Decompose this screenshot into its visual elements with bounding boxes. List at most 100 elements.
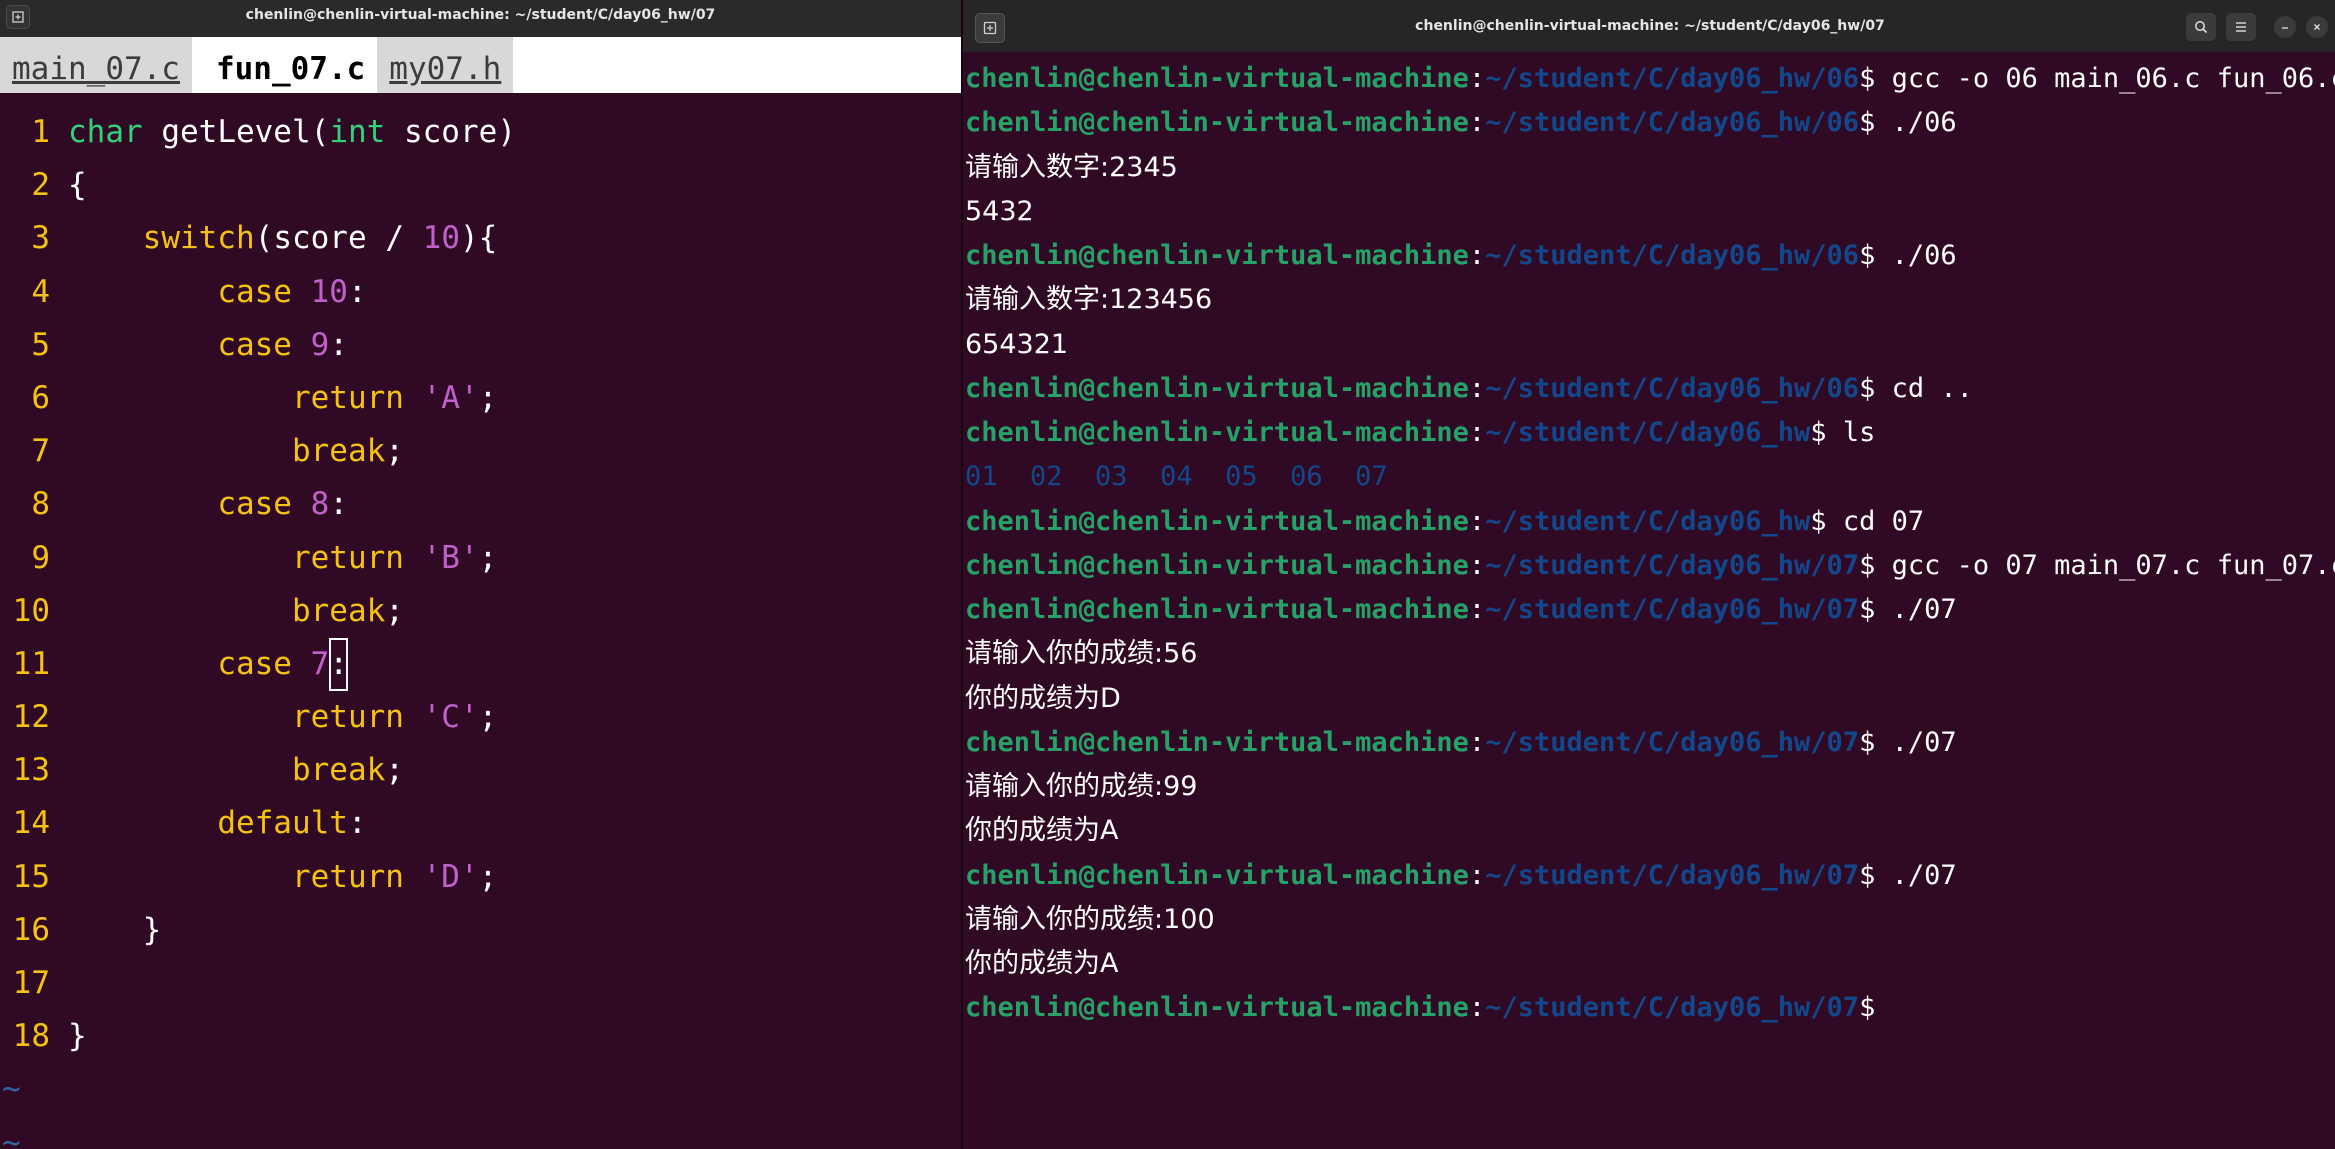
text-cursor: :	[329, 637, 348, 691]
minimize-button[interactable]	[2274, 16, 2296, 38]
window-title: chenlin@chenlin-virtual-machine: ~/stude…	[1415, 18, 1885, 34]
prompt-path: ~/student/C/day06_hw/07	[1485, 859, 1860, 891]
code-line: 18}	[0, 1010, 961, 1063]
close-icon	[2314, 24, 2320, 30]
code-text: default:	[217, 805, 367, 842]
vim-window[interactable]: chenlin@chenlin-virtual-machine: ~/stude…	[0, 0, 961, 1149]
terminal-prompt-line: chenlin@chenlin-virtual-machine:~/studen…	[965, 417, 1876, 448]
code-text: return 'A';	[291, 379, 498, 416]
command-text: ls	[1826, 417, 1876, 448]
prompt-path: ~/student/C/day06_hw/06	[1485, 372, 1860, 404]
terminal-prompt-line: chenlin@chenlin-virtual-machine:~/studen…	[965, 57, 2335, 101]
terminal-prompt-line: chenlin@chenlin-virtual-machine:~/studen…	[965, 726, 1957, 758]
code-line: 8 case 8:	[0, 478, 961, 531]
code-line: 14 default:	[0, 797, 961, 850]
code-text: break;	[291, 592, 404, 629]
terminal-output[interactable]: chenlin@chenlin-virtual-machine:~/studen…	[965, 57, 2335, 1031]
terminal-output-line: 请输入数字:2345	[965, 151, 1178, 183]
prompt-path: ~/student/C/day06_hw/06	[1485, 107, 1860, 139]
code-line: 7 break;	[0, 425, 961, 478]
search-button[interactable]	[2186, 13, 2216, 41]
prompt-user: chenlin@chenlin-virtual-machine	[965, 372, 1469, 404]
line-number: 6	[31, 379, 50, 416]
code-text: break;	[291, 433, 404, 470]
terminal-output-line: 请输入数字:123456	[965, 284, 1213, 316]
code-editor[interactable]: 1 char getLevel(int score) 2{3 switch(scor…	[0, 106, 961, 1149]
terminal-prompt-line: chenlin@chenlin-virtual-machine:~/studen…	[965, 544, 2335, 588]
command-text: ./07	[1875, 726, 1957, 758]
terminal-prompt-line: chenlin@chenlin-virtual-machine:~/studen…	[965, 505, 1925, 537]
terminal-output-line: 你的成绩为A	[965, 948, 1119, 979]
line-number: 14	[12, 805, 50, 842]
line-number: 12	[12, 699, 50, 736]
hamburger-menu-icon	[2236, 22, 2246, 32]
line-number: 17	[12, 965, 50, 1001]
terminal-output-line: 请输入你的成绩:56	[965, 638, 1198, 670]
code-line: 13 break;	[0, 744, 961, 797]
command-text: cd ..	[1875, 372, 1973, 404]
prompt-user: chenlin@chenlin-virtual-machine	[965, 726, 1469, 758]
code-text: char getLevel(int score)	[68, 114, 516, 150]
terminal-prompt-line: chenlin@chenlin-virtual-machine:~/studen…	[965, 107, 1957, 139]
terminal-output-line: 你的成绩为A	[965, 815, 1119, 847]
code-line: 3 switch(score / 10){	[0, 212, 961, 265]
left-title-bar[interactable]: chenlin@chenlin-virtual-machine: ~/stude…	[0, 0, 961, 37]
tab-my07-h[interactable]: my07.h	[377, 37, 514, 93]
line-number: 13	[12, 752, 50, 789]
code-line: 4 case 10:	[0, 266, 961, 319]
prompt-user: chenlin@chenlin-virtual-machine	[965, 63, 1469, 94]
code-line: 5 case 9:	[0, 319, 961, 372]
window-title: chenlin@chenlin-virtual-machine: ~/stude…	[245, 7, 716, 23]
empty-buffer-line: ~	[2, 1124, 21, 1149]
line-number: 7	[31, 433, 50, 470]
code-text: switch(score / 10){	[142, 220, 498, 257]
line-number: 8	[31, 486, 50, 523]
prompt-path: ~/student/C/day06_hw	[1485, 505, 1811, 537]
terminal-prompt-line: chenlin@chenlin-virtual-machine:~/studen…	[965, 859, 1957, 891]
code-text: case 8:	[217, 486, 348, 523]
prompt-user: chenlin@chenlin-virtual-machine	[965, 505, 1469, 537]
code-text: return 'B';	[291, 539, 498, 576]
terminal-output-line: 请输入你的成绩:99	[965, 771, 1198, 802]
code-line: 2{	[0, 159, 961, 212]
empty-buffer-line: ~	[2, 1071, 21, 1108]
terminal-prompt-line: chenlin@chenlin-virtual-machine:~/studen…	[965, 372, 1973, 404]
search-icon	[2195, 21, 2208, 34]
line-number: 16	[12, 911, 50, 948]
right-title-bar[interactable]: chenlin@chenlin-virtual-machine: ~/stude…	[963, 0, 2335, 52]
terminal-prompt-line: chenlin@chenlin-virtual-machine:~/studen…	[965, 594, 1957, 625]
command-text: ./07	[1875, 594, 1957, 625]
code-line: 9 return 'B';	[0, 532, 961, 585]
line-number: 3	[31, 220, 50, 257]
menu-button[interactable]	[2226, 13, 2256, 41]
code-line: 17	[0, 957, 961, 1010]
terminal-prompt-line: chenlin@chenlin-virtual-machine:~/studen…	[965, 240, 1957, 271]
prompt-user: chenlin@chenlin-virtual-machine	[965, 992, 1469, 1024]
code-line: 16 }	[0, 904, 961, 957]
code-line: 15 return 'D';	[0, 851, 961, 904]
tab-main-07-c[interactable]: main_07.c	[0, 37, 192, 93]
line-number: 5	[31, 326, 50, 363]
code-line: 11 case 7:	[0, 637, 961, 691]
prompt-path: ~/student/C/day06_hw/06	[1485, 63, 1860, 94]
code-text: return 'D';	[291, 858, 498, 895]
terminal-output-line: 请输入你的成绩:100	[965, 903, 1215, 935]
code-text: }	[68, 1018, 87, 1055]
terminal-window[interactable]: chenlin@chenlin-virtual-machine: ~/stude…	[961, 0, 2335, 1149]
line-number: 1	[31, 114, 50, 150]
close-button[interactable]	[2306, 16, 2328, 38]
code-line: 10 break;	[0, 585, 961, 638]
command-text: cd 07	[1826, 505, 1925, 537]
line-number: 9	[31, 539, 50, 576]
line-number: 11	[12, 645, 50, 682]
code-text: case 7:	[50, 637, 348, 691]
code-line: 6 return 'A';	[0, 372, 961, 425]
code-text: case 9:	[217, 326, 348, 363]
code-text: return 'C';	[291, 699, 498, 736]
terminal-output-line: 654321	[965, 328, 1069, 360]
prompt-user: chenlin@chenlin-virtual-machine	[965, 107, 1469, 139]
command-text: ./07	[1875, 859, 1957, 891]
vim-tabline: main_07.c fun_07.c my07.h	[0, 37, 961, 93]
prompt-user: chenlin@chenlin-virtual-machine	[965, 240, 1469, 271]
tab-fun-07-c[interactable]: fun_07.c	[191, 37, 378, 93]
